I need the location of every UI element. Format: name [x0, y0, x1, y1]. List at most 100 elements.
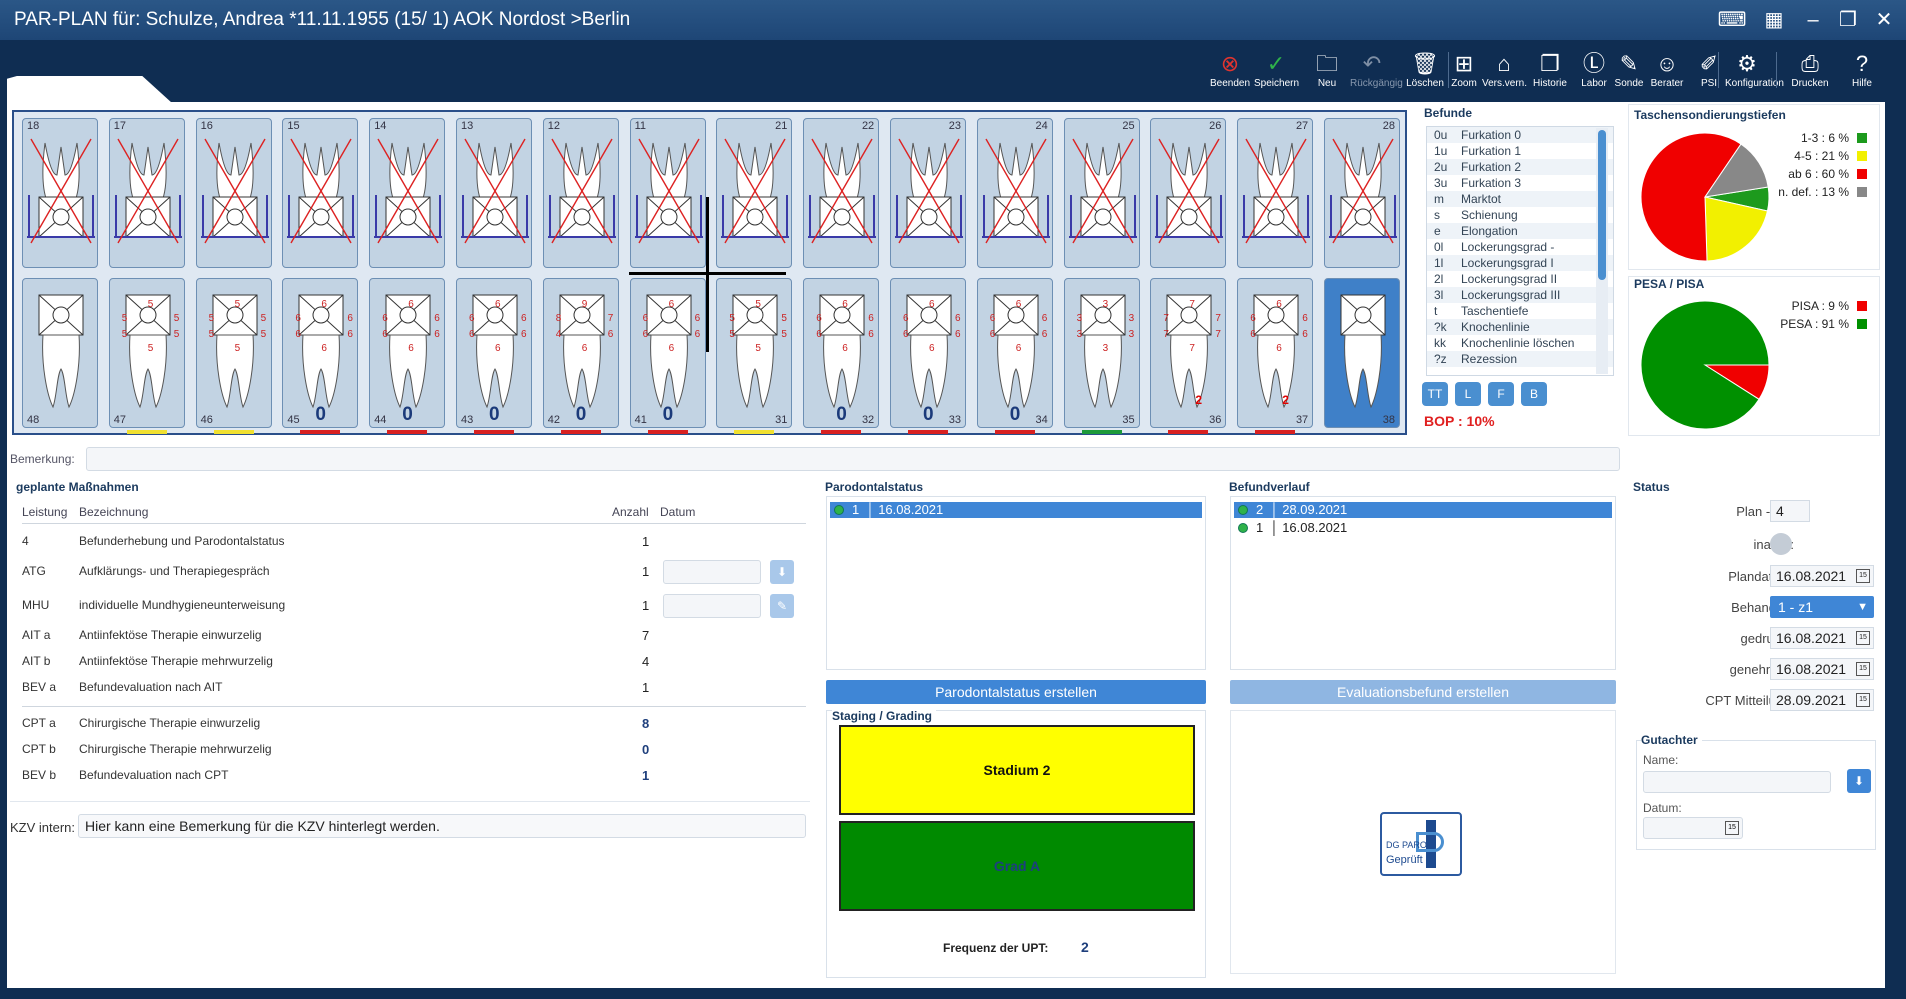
tooth-44[interactable]: 44 6 6 6 6 6 6 0 [369, 278, 446, 428]
tooth-27[interactable]: 27 [1237, 118, 1314, 268]
tooth-16[interactable]: 16 [195, 118, 272, 268]
stadium-box[interactable]: Stadium 2 [839, 725, 1195, 815]
befund-filter-button-tt[interactable]: TT [1422, 382, 1448, 406]
toolbar-neu-button[interactable]: 🗀 Neu [1305, 50, 1349, 89]
befund-item[interactable]: 2l Lockerungsgrad II [1427, 271, 1613, 287]
tooth-36[interactable]: 36 7 7 7 7 7 7 2 [1150, 278, 1227, 428]
parostatus-create-button[interactable]: Parodontalstatus erstellen [826, 680, 1206, 704]
befund-item[interactable]: s Schienung [1427, 207, 1613, 223]
parostatus-list[interactable] [826, 496, 1206, 670]
atg-date-input[interactable] [663, 560, 761, 584]
close-window-button[interactable]: ✕ [1866, 0, 1902, 40]
tooth-26[interactable]: 26 [1150, 118, 1227, 268]
atg-download-icon[interactable]: ⬇ [770, 560, 794, 584]
cpt-field[interactable]: 28.09.2021 15 [1770, 689, 1874, 711]
calendar-icon[interactable]: 15 [1856, 631, 1870, 645]
befund-item[interactable]: t Taschentiefe [1427, 303, 1613, 319]
befund-item[interactable]: 2u Furkation 2 [1427, 159, 1613, 175]
toolbar-historie-button[interactable]: ❐ Historie [1528, 50, 1572, 89]
tooth-35[interactable]: 35 3 3 3 3 3 3 [1063, 278, 1140, 428]
tooth-48[interactable]: 48 [22, 278, 98, 428]
befund-item[interactable]: m Marktot [1427, 191, 1613, 207]
befund-item[interactable]: 0u Furkation 0 [1427, 127, 1613, 143]
tooth-38[interactable]: 38 [1324, 278, 1400, 428]
evaluation-create-button[interactable]: Evaluationsbefund erstellen [1230, 680, 1616, 704]
calendar-icon[interactable]: 15 [1856, 569, 1870, 583]
befund-filter-button-f[interactable]: F [1488, 382, 1514, 406]
toolbar-konfiguration-button[interactable]: ⚙ Konfiguration [1725, 50, 1784, 89]
tooth-14[interactable]: 14 [369, 118, 446, 268]
befund-item[interactable]: 3l Lockerungsgrad III [1427, 287, 1613, 303]
tooth-46[interactable]: 46 5 5 5 5 5 5 [195, 278, 272, 428]
minimize-button[interactable]: – [1795, 0, 1831, 40]
table-row[interactable]: BEV a Befundevaluation nach AIT 1 [22, 680, 792, 700]
tooth-33[interactable]: 33 6 6 6 6 6 6 0 [890, 278, 966, 428]
scrollbar-thumb[interactable] [1598, 130, 1606, 280]
tooth-17[interactable]: 17 [108, 118, 185, 268]
genehmigt-field[interactable]: 16.08.2021 15 [1770, 658, 1874, 680]
tooth-22[interactable]: 22 [803, 118, 880, 268]
toolbar-beenden-button[interactable]: ⊗ Beenden [1208, 50, 1252, 89]
befund-item[interactable]: 1l Lockerungsgrad I [1427, 255, 1613, 271]
tooth-24[interactable]: 24 [976, 118, 1053, 268]
befund-item[interactable]: ?z Rezession [1427, 351, 1613, 367]
inaktiv-toggle[interactable] [1770, 533, 1792, 555]
tooth-41[interactable]: 41 6 6 6 6 6 6 0 [629, 278, 706, 428]
bemerkung-input[interactable] [86, 447, 1620, 471]
calendar-icon[interactable]: 15 [1725, 821, 1739, 835]
mhu-edit-icon[interactable]: ✎ [770, 594, 794, 618]
tooth-28[interactable]: 28 [1324, 118, 1400, 268]
toolbar-drucken-button[interactable]: ⎙ Drucken [1788, 50, 1832, 89]
toolbar-rückgängig-button[interactable]: ↶ Rückgängig [1350, 50, 1403, 89]
befundverlauf-item[interactable]: 1 │ 16.08.2021 [1234, 520, 1612, 536]
tooth-34[interactable]: 34 6 6 6 6 6 6 0 [976, 278, 1053, 428]
table-row[interactable]: CPT a Chirurgische Therapie einwurzelig 8 [22, 716, 792, 736]
befunde-scrollbar[interactable] [1596, 128, 1608, 374]
tooth-13[interactable]: 13 [456, 118, 532, 268]
tooth-21[interactable]: 21 [716, 118, 793, 268]
table-row[interactable]: CPT b Chirurgische Therapie mehrwurzelig 0 [22, 742, 792, 762]
tooth-45[interactable]: 45 6 6 6 6 6 6 0 [282, 278, 359, 428]
toolbar-hilfe-button[interactable]: ? Hilfe [1840, 50, 1884, 89]
table-row[interactable]: AIT a Antiinfektöse Therapie einwurzelig 7 [22, 628, 792, 648]
grad-box[interactable]: Grad A [839, 821, 1195, 911]
tooth-12[interactable]: 12 [542, 118, 619, 268]
toolbar-löschen-button[interactable]: 🗑 Löschen [1403, 50, 1447, 89]
gutachter-datum-input[interactable]: 15 [1643, 817, 1743, 839]
befund-filter-button-l[interactable]: L [1455, 382, 1481, 406]
parostatus-item[interactable]: 1 │ 16.08.2021 [830, 502, 1202, 518]
tooth-15[interactable]: 15 [282, 118, 359, 268]
tooth-37[interactable]: 37 6 6 6 6 6 6 2 [1237, 278, 1314, 428]
befunde-list[interactable]: 0u Furkation 0 1u Furkation 1 2u Furkation 23… [1426, 126, 1614, 376]
toolbar-berater-button[interactable]: ☺ Berater [1645, 50, 1689, 89]
befund-item[interactable]: ?k Knochenlinie [1427, 319, 1613, 335]
befund-item[interactable]: kk Knochenlinie löschen [1427, 335, 1613, 351]
tooth-32[interactable]: 32 6 6 6 6 6 6 0 [803, 278, 880, 428]
keyboard-icon[interactable]: ⌨ [1714, 0, 1750, 40]
mhu-date-input[interactable] [663, 594, 761, 618]
plan-nr-field[interactable]: 4 [1770, 500, 1810, 522]
tooth-47[interactable]: 47 5 5 5 5 5 5 [108, 278, 185, 428]
plandatum-field[interactable]: 16.08.2021 15 [1770, 565, 1874, 587]
calendar-icon[interactable]: 15 [1856, 662, 1870, 676]
restore-button[interactable]: ❐ [1830, 0, 1866, 40]
tooth-11[interactable]: 11 [629, 118, 706, 268]
table-row[interactable]: AIT b Antiinfektöse Therapie mehrwurzelig… [22, 654, 792, 674]
gutachter-download-icon[interactable]: ⬇ [1847, 769, 1871, 793]
tooth-18[interactable]: 18 [22, 118, 98, 268]
befund-item[interactable]: e Elongation [1427, 223, 1613, 239]
calendar-icon[interactable]: 15 [1856, 693, 1870, 707]
gedruckt-field[interactable]: 16.08.2021 15 [1770, 627, 1874, 649]
tooth-chart[interactable]: 18 17 16 15 14 13 12 11 21 22 23 24 25 26 27 28 48 47 5 5 5 5… [12, 110, 1407, 435]
table-row[interactable]: BEV b Befundevaluation nach CPT 1 [22, 768, 792, 788]
gutachter-name-input[interactable] [1643, 771, 1831, 793]
grid-icon[interactable]: ▦ [1756, 0, 1792, 40]
tooth-42[interactable]: 42 9 8 7 4 6 6 0 [542, 278, 619, 428]
behandler-select[interactable]: 1 - z1 ▼ [1770, 596, 1874, 618]
toolbar-speichern-button[interactable]: ✓ Speichern [1254, 50, 1299, 89]
tooth-31[interactable]: 31 5 5 5 5 5 5 [716, 278, 793, 428]
tooth-23[interactable]: 23 [890, 118, 966, 268]
befundverlauf-item-selected[interactable]: 2 │ 28.09.2021 [1234, 502, 1612, 518]
befund-item[interactable]: 0l Lockerungsgrad - [1427, 239, 1613, 255]
befund-item[interactable]: 3u Furkation 3 [1427, 175, 1613, 191]
